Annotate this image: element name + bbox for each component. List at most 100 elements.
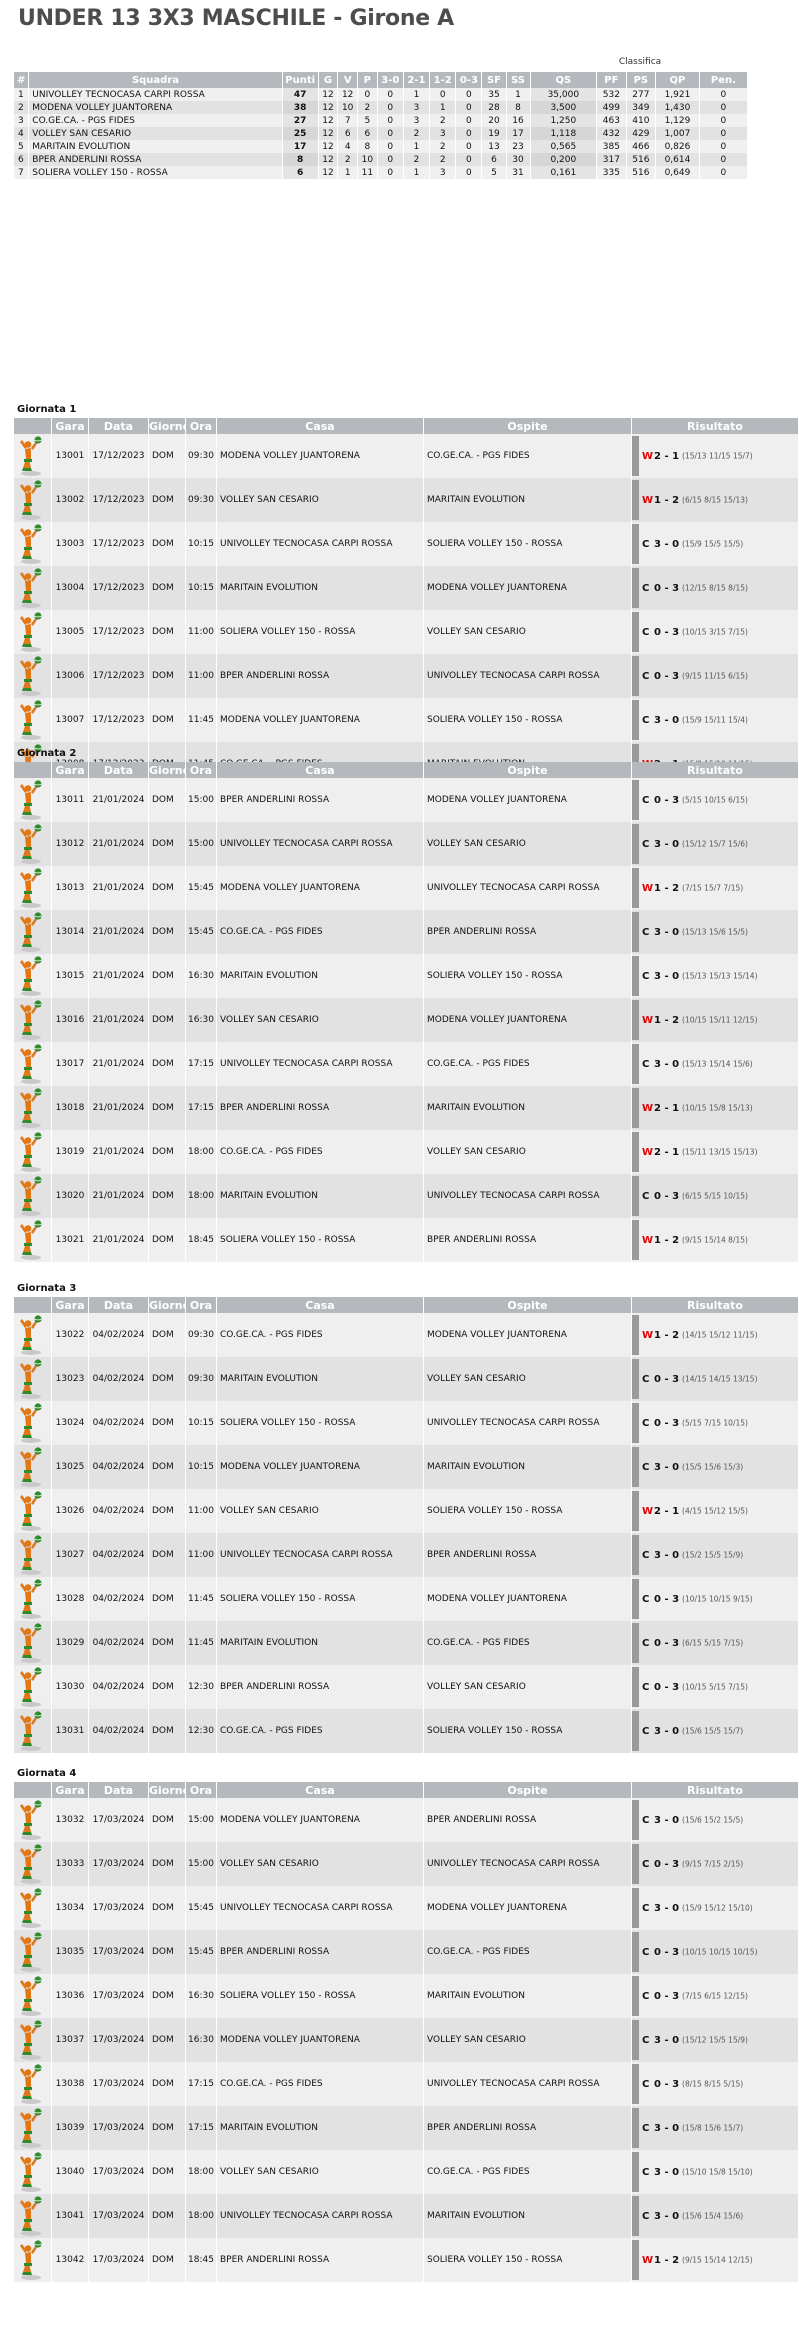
match-icon-cell xyxy=(14,1709,52,1753)
standings-cell-pf: 532 xyxy=(597,88,627,101)
match-day: DOM xyxy=(149,1357,186,1401)
result-score: 3 - 0 xyxy=(654,1902,680,1914)
match-home-team: SOLIERA VOLLEY 150 - ROSSA xyxy=(217,1974,424,2018)
match-row[interactable]: 13035 17/03/2024 DOM 15:45 BPER ANDERLINI RO… xyxy=(14,1930,799,1974)
standings-table: # Squadra Punti G V P 3-0 2-1 1-2 0-3 SF SS QS PF PS QP… xyxy=(14,72,748,179)
match-result: W2 - 1 (15/11 13/15 15/13) xyxy=(632,1130,799,1174)
match-away-team: CO.GE.CA. - PGS FIDES xyxy=(424,2150,632,2194)
match-row[interactable]: 13025 04/02/2024 DOM 10:15 MODENA VOLLEY JUA… xyxy=(14,1445,799,1489)
match-home-team: UNIVOLLEY TECNOCASA CARPI ROSSA xyxy=(217,1886,424,1930)
match-row[interactable]: 13004 17/12/2023 DOM 10:15 MARITAIN EVOLUTIO… xyxy=(14,566,799,610)
standings-cell-played: 12 xyxy=(318,114,339,127)
match-result: C 0 - 3 (5/15 7/15 10/15) xyxy=(632,1401,799,1445)
standings-cell-w30: 0 xyxy=(377,140,404,153)
match-row[interactable]: 13015 21/01/2024 DOM 16:30 MARITAIN EVOLUTIO… xyxy=(14,954,799,998)
match-row[interactable]: 13018 21/01/2024 DOM 17:15 BPER ANDERLINI RO… xyxy=(14,1086,799,1130)
match-row[interactable]: 13001 17/12/2023 DOM 09:30 MODENA VOLLEY JUA… xyxy=(14,434,799,478)
match-row[interactable]: 13040 17/03/2024 DOM 18:00 VOLLEY SAN CESARI… xyxy=(14,2150,799,2194)
match-home-team: SOLIERA VOLLEY 150 - ROSSA xyxy=(217,1218,424,1262)
match-date: 17/03/2024 xyxy=(89,2062,149,2106)
match-row[interactable]: 13028 04/02/2024 DOM 11:45 SOLIERA VOLLEY 15… xyxy=(14,1577,799,1621)
match-row[interactable]: 13003 17/12/2023 DOM 10:15 UNIVOLLEY TECNOCA… xyxy=(14,522,799,566)
match-result: W1 - 2 (9/15 15/14 8/15) xyxy=(632,1218,799,1262)
match-away-team: SOLIERA VOLLEY 150 - ROSSA xyxy=(424,954,632,998)
matches-col-data: Data xyxy=(89,1782,149,1798)
result-bar xyxy=(632,436,639,476)
result-type: C xyxy=(642,1814,650,1826)
match-row[interactable]: 13005 17/12/2023 DOM 11:00 SOLIERA VOLLEY 15… xyxy=(14,610,799,654)
match-row[interactable]: 13023 04/02/2024 DOM 09:30 MARITAIN EVOLUTIO… xyxy=(14,1357,799,1401)
match-icon-cell xyxy=(14,1445,52,1489)
match-date: 17/03/2024 xyxy=(89,1930,149,1974)
match-result: C 0 - 3 (7/15 6/15 12/15) xyxy=(632,1974,799,2018)
match-row[interactable]: 13038 17/03/2024 DOM 17:15 CO.GE.CA. - PGS F… xyxy=(14,2062,799,2106)
match-home-team: MARITAIN EVOLUTION xyxy=(217,1621,424,1665)
standings-cell-l03: 0 xyxy=(456,153,483,166)
standings-body: 1 UNIVOLLEY TECNOCASA CARPI ROSSA 47 12 12 0 0… xyxy=(14,88,748,179)
standings-cell-won: 4 xyxy=(338,140,359,153)
match-row[interactable]: 13033 17/03/2024 DOM 15:00 VOLLEY SAN CESARI… xyxy=(14,1842,799,1886)
volleyball-player-icon xyxy=(20,1315,42,1355)
match-row[interactable]: 13013 21/01/2024 DOM 15:45 MODENA VOLLEY JUA… xyxy=(14,866,799,910)
match-icon-cell xyxy=(14,954,52,998)
match-home-team: MARITAIN EVOLUTION xyxy=(217,954,424,998)
match-row[interactable]: 13002 17/12/2023 DOM 09:30 VOLLEY SAN CESARI… xyxy=(14,478,799,522)
match-row[interactable]: 13030 04/02/2024 DOM 12:30 BPER ANDERLINI RO… xyxy=(14,1665,799,1709)
standings-cell-qs: 0,565 xyxy=(530,140,598,153)
match-row[interactable]: 13041 17/03/2024 DOM 18:00 UNIVOLLEY TECNOCA… xyxy=(14,2194,799,2238)
result-bar xyxy=(632,1667,639,1707)
result-type: C xyxy=(642,1637,650,1649)
match-row[interactable]: 13026 04/02/2024 DOM 11:00 VOLLEY SAN CESARI… xyxy=(14,1489,799,1533)
match-gara: 13041 xyxy=(52,2194,89,2238)
match-row[interactable]: 13007 17/12/2023 DOM 11:45 MODENA VOLLEY JUA… xyxy=(14,698,799,742)
result-type: W xyxy=(642,882,654,894)
match-row[interactable]: 13042 17/03/2024 DOM 18:45 BPER ANDERLINI RO… xyxy=(14,2238,799,2282)
match-row[interactable]: 13029 04/02/2024 DOM 11:45 MARITAIN EVOLUTIO… xyxy=(14,1621,799,1665)
match-row[interactable]: 13031 04/02/2024 DOM 12:30 CO.GE.CA. - PGS F… xyxy=(14,1709,799,1753)
match-row[interactable]: 13022 04/02/2024 DOM 09:30 CO.GE.CA. - PGS F… xyxy=(14,1313,799,1357)
match-row[interactable]: 13032 17/03/2024 DOM 15:00 MODENA VOLLEY JUA… xyxy=(14,1798,799,1842)
match-away-team: VOLLEY SAN CESARIO xyxy=(424,2018,632,2062)
standings-cell-qp: 0,649 xyxy=(656,166,700,179)
match-icon-cell xyxy=(14,1489,52,1533)
match-row[interactable]: 13027 04/02/2024 DOM 11:00 UNIVOLLEY TECNOCA… xyxy=(14,1533,799,1577)
standings-cell-ps: 429 xyxy=(626,127,657,140)
match-day: DOM xyxy=(149,1445,186,1489)
match-row[interactable]: 13024 04/02/2024 DOM 10:15 SOLIERA VOLLEY 15… xyxy=(14,1401,799,1445)
standings-row: 6 BPER ANDERLINI ROSSA 8 12 2 10 0 2 2 0 6 30 0,200 3… xyxy=(14,153,748,166)
match-row[interactable]: 13012 21/01/2024 DOM 15:00 UNIVOLLEY TECNOCA… xyxy=(14,822,799,866)
result-bar xyxy=(632,1176,639,1216)
matches-col-ospite: Ospite xyxy=(424,1297,632,1313)
standings-cell-qp: 1,430 xyxy=(656,101,700,114)
standings-cell-l12: 2 xyxy=(430,140,457,153)
match-row[interactable]: 13006 17/12/2023 DOM 11:00 BPER ANDERLINI RO… xyxy=(14,654,799,698)
result-sets: (15/12 15/7 15/6) xyxy=(682,839,748,849)
volleyball-player-icon xyxy=(20,1132,42,1172)
match-row[interactable]: 13017 21/01/2024 DOM 17:15 UNIVOLLEY TECNOCA… xyxy=(14,1042,799,1086)
match-home-team: CO.GE.CA. - PGS FIDES xyxy=(217,1313,424,1357)
standings-cell-l03: 0 xyxy=(456,166,483,179)
match-day: DOM xyxy=(149,1709,186,1753)
match-row[interactable]: 13037 17/03/2024 DOM 16:30 MODENA VOLLEY JUA… xyxy=(14,2018,799,2062)
match-day: DOM xyxy=(149,1313,186,1357)
match-date: 21/01/2024 xyxy=(89,1174,149,1218)
match-away-team: VOLLEY SAN CESARIO xyxy=(424,610,632,654)
standings-cell-played: 12 xyxy=(318,140,339,153)
match-row[interactable]: 13036 17/03/2024 DOM 16:30 SOLIERA VOLLEY 15… xyxy=(14,1974,799,2018)
match-row[interactable]: 13014 21/01/2024 DOM 15:45 CO.GE.CA. - PGS F… xyxy=(14,910,799,954)
standings-cell-points: 8 xyxy=(282,153,319,166)
match-time: 16:30 xyxy=(186,954,217,998)
match-row[interactable]: 13011 21/01/2024 DOM 15:00 BPER ANDERLINI RO… xyxy=(14,778,799,822)
match-row[interactable]: 13034 17/03/2024 DOM 15:45 UNIVOLLEY TECNOCA… xyxy=(14,1886,799,1930)
match-row[interactable]: 13019 21/01/2024 DOM 18:00 CO.GE.CA. - PGS F… xyxy=(14,1130,799,1174)
result-type: C xyxy=(642,538,650,550)
match-row[interactable]: 13039 17/03/2024 DOM 17:15 MARITAIN EVOLUTIO… xyxy=(14,2106,799,2150)
match-home-team: VOLLEY SAN CESARIO xyxy=(217,1489,424,1533)
match-row[interactable]: 13016 21/01/2024 DOM 16:30 VOLLEY SAN CESARI… xyxy=(14,998,799,1042)
match-row[interactable]: 13020 21/01/2024 DOM 18:00 MARITAIN EVOLUTIO… xyxy=(14,1174,799,1218)
match-away-team: SOLIERA VOLLEY 150 - ROSSA xyxy=(424,1709,632,1753)
result-score: 3 - 0 xyxy=(654,2034,680,2046)
match-row[interactable]: 13021 21/01/2024 DOM 18:45 SOLIERA VOLLEY 15… xyxy=(14,1218,799,1262)
match-icon-cell xyxy=(14,522,52,566)
result-sets: (6/15 5/15 10/15) xyxy=(682,1191,748,1201)
